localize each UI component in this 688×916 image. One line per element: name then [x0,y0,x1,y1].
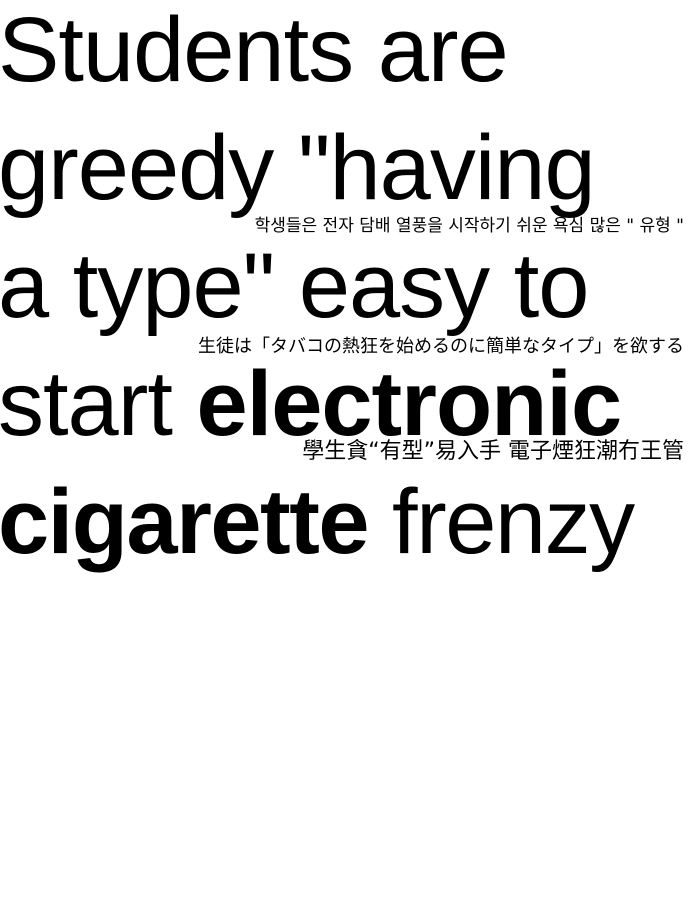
korean-translation: 학생들은 전자 담배 열풍을 시작하기 쉬운 욕심 많은 " 유형 " [254,216,684,236]
headline-line-1: Students are [0,0,509,101]
page: Students are greedy "having 학생들은 전자 담배 열… [0,0,688,916]
headline-line-4-normal: start [0,353,197,455]
headline-line-4: start electronic [0,358,622,450]
chinese-translation: 學生貪“有型”易入手 電子煙狂潮冇王管 [302,439,684,464]
headline-line-3: a type" easy to [0,235,589,337]
headline-line-2: greedy "having [0,117,596,219]
headline-line-5: cigarette frenzy [0,476,635,568]
headline-line-5-bold: cigarette [0,471,370,573]
headline-line-5-normal: frenzy [368,471,635,573]
